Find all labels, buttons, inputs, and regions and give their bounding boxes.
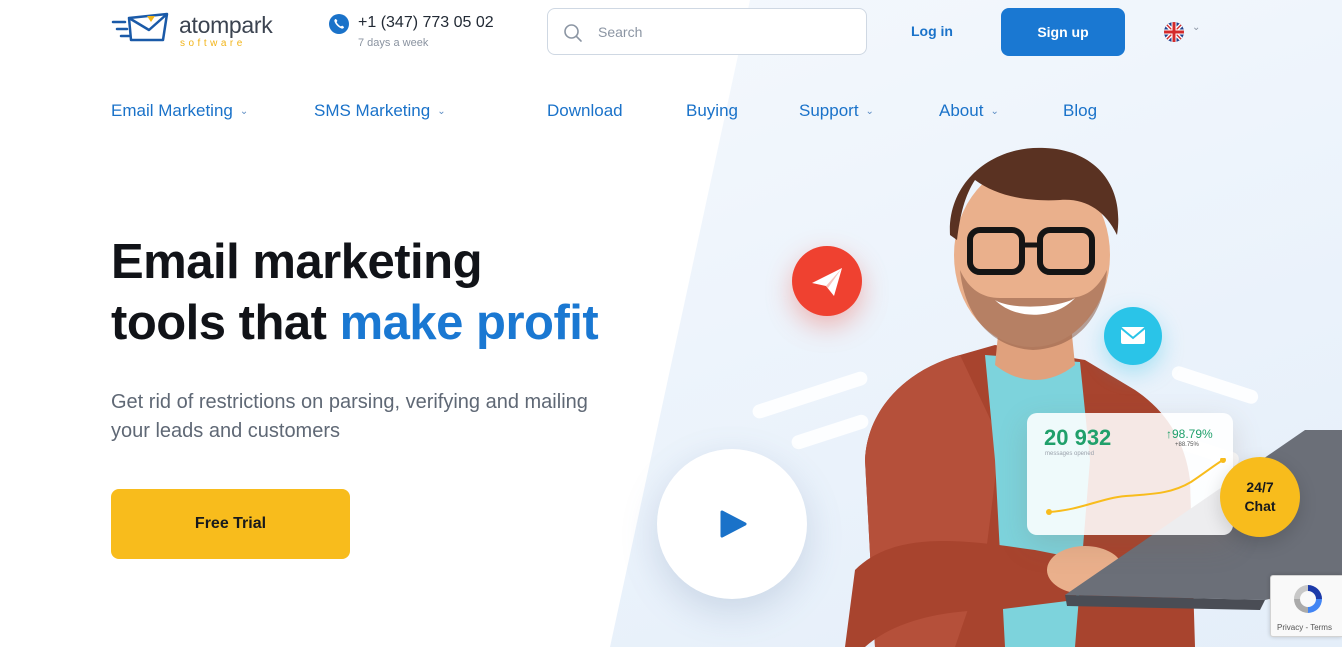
hero-title-line2: tools that: [111, 296, 340, 350]
brand-name: atompark: [179, 12, 273, 38]
recaptcha-icon: [1294, 585, 1322, 613]
recaptcha-badge[interactable]: Privacy - Terms: [1270, 575, 1342, 637]
login-link[interactable]: Log in: [911, 23, 953, 39]
send-icon: [792, 246, 862, 316]
nav-blog[interactable]: Blog: [1063, 101, 1097, 121]
stats-value: 20 932: [1044, 425, 1112, 450]
stats-percent: ↑98.79%: [1166, 427, 1213, 441]
stats-percent-value: 98.79%: [1172, 427, 1213, 441]
language-chevron-down-icon[interactable]: ⌄: [1192, 22, 1200, 33]
chat-button[interactable]: 24/7 Chat: [1220, 457, 1300, 537]
nav-about[interactable]: About ⌄: [939, 101, 999, 121]
stats-label: messages opened: [1045, 451, 1095, 457]
hero-subtitle: Get rid of restrictions on parsing, veri…: [111, 391, 588, 442]
nav-label: Support: [799, 101, 859, 120]
mail-icon: [1104, 307, 1162, 365]
chevron-down-icon: ⌄: [865, 106, 874, 117]
free-trial-button[interactable]: Free Trial: [111, 489, 350, 559]
nav-label: Email Marketing: [111, 101, 233, 120]
nav-label: SMS Marketing: [314, 101, 431, 120]
stats-sparkline: [1046, 458, 1226, 515]
recaptcha-footer[interactable]: Privacy - Terms: [1277, 623, 1332, 632]
signup-button[interactable]: Sign up: [1001, 8, 1125, 56]
phone-hours: 7 days a week: [358, 37, 429, 49]
play-icon: [720, 510, 747, 538]
nav-label: Buying: [686, 101, 738, 120]
phone-number[interactable]: +1 (347) 773 05 02: [358, 14, 494, 32]
search-placeholder: Search: [598, 24, 643, 40]
uk-flag-icon[interactable]: [1164, 22, 1184, 42]
brand-subtitle: software: [180, 38, 246, 49]
envelope-logo-icon: [111, 12, 169, 42]
stats-delta: +88.75%: [1175, 442, 1199, 448]
phone-icon: [329, 14, 349, 34]
play-video-button[interactable]: [657, 449, 807, 599]
chat-line2: Chat: [1244, 498, 1276, 514]
nav-buying[interactable]: Buying: [686, 101, 738, 121]
hero-title-accent: make profit: [339, 296, 599, 350]
nav-support[interactable]: Support ⌄: [799, 101, 874, 121]
nav-label: Blog: [1063, 101, 1098, 120]
chat-line1: 24/7: [1246, 479, 1274, 495]
nav-label: Download: [547, 101, 623, 120]
search-input[interactable]: Search: [547, 8, 867, 55]
page: atompark software +1 (347) 773 05 02 7 d…: [0, 0, 1342, 647]
hero-title: Email marketing tools that make profit: [111, 232, 599, 354]
brand-logo[interactable]: atompark software: [111, 10, 301, 50]
nav-email-marketing[interactable]: Email Marketing ⌄: [111, 101, 248, 121]
nav-download[interactable]: Download: [547, 101, 623, 121]
chevron-down-icon: ⌄: [239, 106, 249, 117]
nav-label: About: [939, 101, 984, 120]
chevron-down-icon: ⌄: [437, 106, 446, 117]
hero-title-line1: Email marketing: [111, 235, 483, 289]
stats-card: 20 932 messages opened ↑98.79% +88.75%: [1027, 413, 1233, 535]
search-icon: [564, 24, 582, 42]
nav-sms-marketing[interactable]: SMS Marketing ⌄: [314, 101, 446, 121]
chevron-down-icon: ⌄: [990, 106, 999, 117]
person-illustration: [845, 147, 1342, 647]
